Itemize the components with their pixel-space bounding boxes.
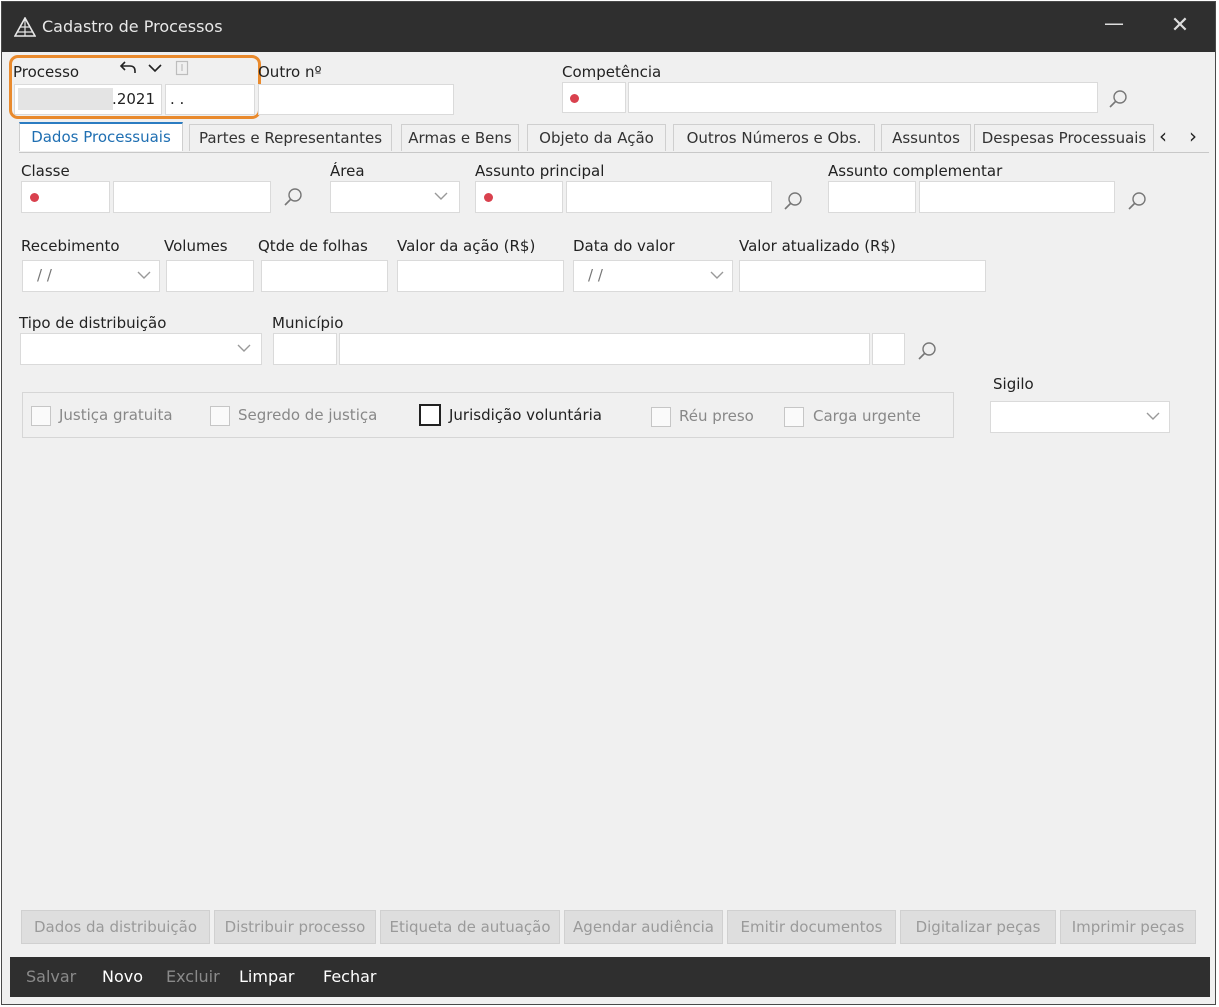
competencia-label: Competência bbox=[562, 63, 662, 81]
search-icon[interactable] bbox=[1108, 89, 1128, 109]
valor-atualizado-input[interactable] bbox=[739, 260, 986, 292]
recebimento-label: Recebimento bbox=[21, 237, 120, 255]
municipio-uf-input[interactable] bbox=[872, 333, 905, 365]
assunto-principal-desc-input[interactable] bbox=[566, 181, 772, 213]
tab-scroll-right-icon[interactable]: › bbox=[1189, 124, 1197, 148]
chevron-down-icon[interactable] bbox=[137, 271, 151, 279]
municipio-code-input[interactable] bbox=[273, 333, 337, 365]
classe-label: Classe bbox=[21, 162, 70, 180]
carga-urgente-label: Carga urgente bbox=[813, 407, 921, 425]
minimize-button[interactable]: — bbox=[1099, 11, 1129, 41]
tab-despesas-processuais[interactable]: Despesas Processuais bbox=[974, 124, 1154, 151]
tab-dados-processuais[interactable]: Dados Processuais bbox=[19, 122, 183, 151]
main-window: Cadastro de Processos — ✕ Processo .2021… bbox=[1, 1, 1216, 1005]
assunto-complementar-desc-input[interactable] bbox=[919, 181, 1115, 213]
qtde-folhas-label: Qtde de folhas bbox=[258, 237, 368, 255]
distribuir-processo-button[interactable]: Distribuir processo bbox=[214, 910, 376, 944]
justica-gratuita-checkbox[interactable] bbox=[31, 406, 51, 426]
tab-assuntos[interactable]: Assuntos bbox=[881, 124, 971, 151]
agendar-audiencia-button[interactable]: Agendar audiência bbox=[564, 910, 723, 944]
tab-bar: Dados Processuais Partes e Representante… bbox=[19, 122, 1209, 153]
limpar-button[interactable]: Limpar bbox=[239, 967, 294, 986]
chevron-down-icon bbox=[237, 344, 251, 352]
jurisdicao-voluntaria-checkbox[interactable] bbox=[419, 404, 441, 426]
search-icon[interactable] bbox=[283, 187, 303, 207]
assunto-principal-label: Assunto principal bbox=[475, 162, 605, 180]
processo-highlight-box bbox=[9, 55, 261, 119]
app-logo-icon bbox=[14, 17, 36, 37]
etiqueta-autuacao-button[interactable]: Etiqueta de autuação bbox=[380, 910, 560, 944]
tab-outros-numeros[interactable]: Outros Números e Obs. bbox=[673, 124, 875, 151]
segredo-justica-label: Segredo de justiça bbox=[238, 406, 378, 424]
qtde-folhas-input[interactable] bbox=[261, 260, 388, 292]
tab-scroll-left-icon[interactable]: ‹ bbox=[1159, 124, 1167, 148]
outro-numero-input[interactable] bbox=[258, 84, 454, 115]
valor-atualizado-label: Valor atualizado (R$) bbox=[739, 237, 896, 255]
competencia-desc-input[interactable] bbox=[628, 82, 1098, 113]
sigilo-select[interactable] bbox=[990, 401, 1170, 433]
novo-button[interactable]: Novo bbox=[102, 967, 143, 986]
assunto-complementar-label: Assunto complementar bbox=[828, 162, 1003, 180]
digitalizar-pecas-button[interactable]: Digitalizar peças bbox=[900, 910, 1056, 944]
search-icon[interactable] bbox=[1127, 191, 1147, 211]
tab-partes-representantes[interactable]: Partes e Representantes bbox=[189, 124, 392, 151]
valor-acao-input[interactable] bbox=[397, 260, 564, 292]
dados-distribuicao-button[interactable]: Dados da distribuição bbox=[21, 910, 210, 944]
valor-acao-label: Valor da ação (R$) bbox=[397, 237, 536, 255]
volumes-label: Volumes bbox=[164, 237, 228, 255]
window-title: Cadastro de Processos bbox=[42, 17, 223, 36]
assunto-complementar-code-input[interactable] bbox=[828, 181, 916, 213]
reu-preso-checkbox[interactable] bbox=[651, 407, 671, 427]
municipio-label: Município bbox=[272, 314, 344, 332]
classe-desc-input[interactable] bbox=[113, 181, 271, 213]
tab-objeto-acao[interactable]: Objeto da Ação bbox=[527, 124, 666, 151]
municipio-name-input[interactable] bbox=[339, 333, 870, 365]
required-indicator bbox=[484, 193, 493, 202]
volumes-input[interactable] bbox=[166, 260, 254, 292]
required-indicator bbox=[30, 193, 39, 202]
tipo-distribuicao-select[interactable] bbox=[20, 333, 262, 365]
search-icon[interactable] bbox=[917, 341, 937, 361]
imprimir-pecas-button[interactable]: Imprimir peças bbox=[1060, 910, 1196, 944]
excluir-button[interactable]: Excluir bbox=[166, 967, 220, 986]
required-indicator bbox=[570, 94, 579, 103]
tipo-distribuicao-label: Tipo de distribuição bbox=[19, 314, 167, 332]
search-icon[interactable] bbox=[783, 191, 803, 211]
jurisdicao-voluntaria-label: Jurisdição voluntária bbox=[449, 406, 602, 424]
outro-numero-label: Outro nº bbox=[258, 63, 322, 81]
area-label: Área bbox=[330, 162, 365, 180]
close-window-button[interactable]: ✕ bbox=[1165, 11, 1195, 41]
segredo-justica-checkbox[interactable] bbox=[210, 406, 230, 426]
emitir-documentos-button[interactable]: Emitir documentos bbox=[727, 910, 896, 944]
carga-urgente-checkbox[interactable] bbox=[784, 407, 804, 427]
data-valor-label: Data do valor bbox=[573, 237, 675, 255]
salvar-button[interactable]: Salvar bbox=[26, 967, 76, 986]
chevron-down-icon bbox=[434, 192, 448, 200]
data-valor-date-input[interactable]: / / bbox=[573, 260, 733, 292]
fechar-button[interactable]: Fechar bbox=[323, 967, 377, 986]
sigilo-label: Sigilo bbox=[993, 375, 1034, 393]
reu-preso-label: Réu preso bbox=[679, 407, 754, 425]
chevron-down-icon[interactable] bbox=[710, 271, 724, 279]
chevron-down-icon bbox=[1146, 412, 1160, 420]
title-bar: Cadastro de Processos — ✕ bbox=[2, 2, 1215, 52]
justica-gratuita-label: Justiça gratuita bbox=[59, 406, 173, 424]
bottom-toolbar: Salvar Novo Excluir Limpar Fechar bbox=[10, 957, 1210, 997]
tab-armas-bens[interactable]: Armas e Bens bbox=[401, 124, 519, 151]
